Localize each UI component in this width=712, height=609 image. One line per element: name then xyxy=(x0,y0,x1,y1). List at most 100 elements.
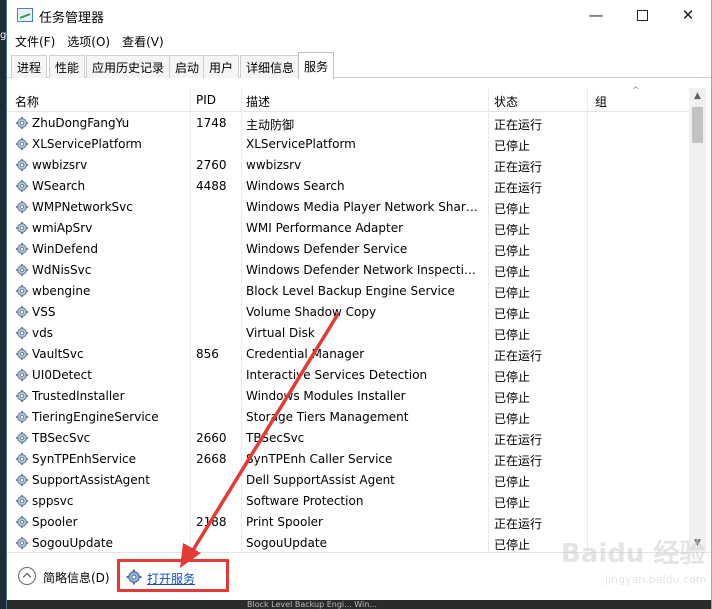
service-name: sppsvc xyxy=(32,494,74,508)
service-description: SynTPEnh Caller Service xyxy=(246,452,393,466)
table-row[interactable]: WdNisSvc Windows Defender Network Inspect… xyxy=(7,260,689,281)
service-name: UI0Detect xyxy=(32,368,92,382)
table-row[interactable]: UI0Detect Interactive Services Detection 已… xyxy=(7,365,689,386)
service-status: 已停止 xyxy=(494,223,531,237)
menu-file[interactable]: 文件(F) xyxy=(15,33,55,50)
table-row[interactable]: wmiApSrv WMI Performance Adapter 已停止 xyxy=(7,218,689,239)
minimize-icon: — xyxy=(588,6,604,24)
table-row[interactable]: SupportAssistAgent Dell SupportAssist Age… xyxy=(7,470,689,491)
gear-icon xyxy=(15,452,29,466)
table-row[interactable]: WSearch 4488 Windows Search 正在运行 xyxy=(7,176,689,197)
service-description: Windows Defender Network Inspectio... xyxy=(246,263,478,277)
scroll-thumb[interactable] xyxy=(692,107,703,143)
service-pid: 2660 xyxy=(196,431,227,445)
close-icon: ✕ xyxy=(681,6,695,24)
service-description: Windows Media Player Network Shari... xyxy=(246,200,478,214)
table-row[interactable]: WMPNetworkSvc Windows Media Player Networ… xyxy=(7,197,689,218)
table-row[interactable]: VSS Volume Shadow Copy 已停止 xyxy=(7,302,689,323)
service-description: Windows Search xyxy=(246,179,345,193)
gear-icon xyxy=(15,137,29,151)
service-name: WinDefend xyxy=(32,242,98,256)
tab-bar: 进程 性能 应用历史记录 启动 用户 详细信息 服务 xyxy=(7,52,711,79)
service-status: 已停止 xyxy=(494,286,531,300)
service-name: ZhuDongFangYu xyxy=(32,116,130,130)
tab-app-history[interactable]: 应用历史记录 xyxy=(86,55,171,78)
table-row[interactable]: sppsvc Software Protection 已停止 xyxy=(7,491,689,512)
gear-icon xyxy=(15,284,29,298)
gear-icon xyxy=(15,410,29,424)
chevron-up-icon[interactable] xyxy=(18,567,36,585)
service-status: 正在运行 xyxy=(494,118,543,132)
gear-icon xyxy=(15,536,29,550)
table-row[interactable]: vds Virtual Disk 已停止 xyxy=(7,323,689,344)
gear-icon xyxy=(15,116,29,130)
service-name: TieringEngineService xyxy=(32,410,159,424)
menu-view[interactable]: 查看(V) xyxy=(122,33,164,50)
tab-processes[interactable]: 进程 xyxy=(11,55,48,78)
column-header-name[interactable]: 名称 xyxy=(15,93,39,110)
service-name: TBSecSvc xyxy=(32,431,91,445)
menu-options[interactable]: 选项(O) xyxy=(67,33,110,50)
tab-services[interactable]: 服务 xyxy=(298,52,335,79)
gear-icon xyxy=(15,473,29,487)
service-status: 正在运行 xyxy=(494,160,543,174)
table-row[interactable]: WinDefend Windows Defender Service 已停止 xyxy=(7,239,689,260)
table-row[interactable]: XLServicePlatform XLServicePlatform 已停止 xyxy=(7,134,689,155)
service-pid: 2760 xyxy=(196,158,227,172)
service-name: SogouUpdate xyxy=(32,536,113,550)
service-description: Print Spooler xyxy=(246,515,323,529)
service-status: 正在运行 xyxy=(494,454,543,468)
maximize-button[interactable] xyxy=(619,0,665,30)
gear-icon xyxy=(15,515,29,529)
minimize-button[interactable]: — xyxy=(573,0,619,30)
tab-details[interactable]: 详细信息 xyxy=(240,55,301,78)
title-bar[interactable]: 任务管理器 — ✕ xyxy=(7,0,711,30)
column-header-status[interactable]: 状态 xyxy=(494,93,518,110)
service-name: WMPNetworkSvc xyxy=(32,200,133,214)
table-row[interactable]: TieringEngineService Storage Tiers Manage… xyxy=(7,407,689,428)
table-row[interactable]: wbengine Block Level Backup Engine Servic… xyxy=(7,281,689,302)
tab-performance[interactable]: 性能 xyxy=(49,55,86,78)
service-description: Windows Defender Service xyxy=(246,242,408,256)
gear-icon xyxy=(15,242,29,256)
scroll-up-icon[interactable]: ▲ xyxy=(689,88,706,105)
services-table: 名称 PID 描述 状态 组 ^ ZhuDongFangYu 1748 主动防御 正在… xyxy=(7,86,711,552)
table-row[interactable]: SynTPEnhService 2668 SynTPEnh Caller Servi… xyxy=(7,449,689,470)
gear-icon xyxy=(15,347,29,361)
gear-icon xyxy=(15,200,29,214)
service-pid: 1748 xyxy=(196,116,227,130)
close-button[interactable]: ✕ xyxy=(665,0,711,30)
service-name: VaultSvc xyxy=(32,347,84,361)
service-name: WdNisSvc xyxy=(32,263,92,277)
service-description: Interactive Services Detection xyxy=(246,368,428,382)
task-manager-window: 任务管理器 — ✕ 文件(F) 选项(O) 查看(V) 进程 性能 应用历史记录… xyxy=(6,0,712,609)
gear-icon xyxy=(126,569,142,585)
gear-icon xyxy=(15,263,29,277)
gear-icon xyxy=(15,305,29,319)
gear-icon xyxy=(15,158,29,172)
service-description: XLServicePlatform xyxy=(246,137,356,151)
column-header-group[interactable]: 组 xyxy=(595,93,607,110)
less-details-button[interactable]: 简略信息(D) xyxy=(43,569,110,586)
tab-startup[interactable]: 启动 xyxy=(169,55,206,78)
service-status: 已停止 xyxy=(494,202,531,216)
column-header-description[interactable]: 描述 xyxy=(246,93,270,110)
open-services-link[interactable]: 打开服务 xyxy=(147,570,195,587)
service-description: Software Protection xyxy=(246,494,364,508)
service-pid: 856 xyxy=(196,347,219,361)
table-row[interactable]: VaultSvc 856 Credential Manager 正在运行 xyxy=(7,344,689,365)
tab-users[interactable]: 用户 xyxy=(203,55,240,78)
service-name: SupportAssistAgent xyxy=(32,473,150,487)
table-row[interactable]: wwbizsrv 2760 wwbizsrv 正在运行 xyxy=(7,155,689,176)
table-row[interactable]: TrustedInstaller Windows Modules Installe… xyxy=(7,386,689,407)
table-row[interactable]: TBSecSvc 2660 TBSecSvc 正在运行 xyxy=(7,428,689,449)
service-name: wwbizsrv xyxy=(32,158,88,172)
service-description: Dell SupportAssist Agent xyxy=(246,473,395,487)
table-row[interactable]: ZhuDongFangYu 1748 主动防御 正在运行 xyxy=(7,113,689,134)
window-title: 任务管理器 xyxy=(39,11,105,26)
service-status: 已停止 xyxy=(494,475,531,489)
vertical-scrollbar[interactable]: ▲ ▼ xyxy=(689,88,706,552)
service-description: wwbizsrv xyxy=(246,158,302,172)
service-name: TrustedInstaller xyxy=(32,389,125,403)
column-header-pid[interactable]: PID xyxy=(196,93,216,107)
